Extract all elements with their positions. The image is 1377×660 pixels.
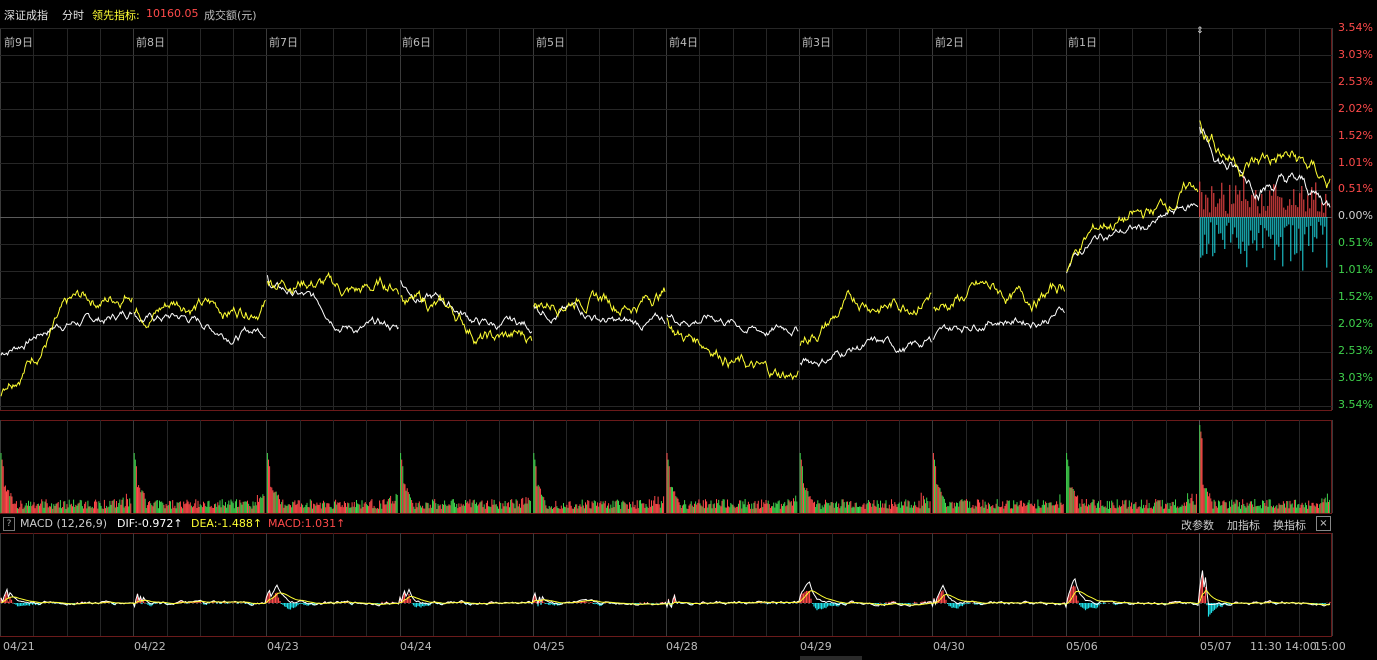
pct-axis-label: 0.51% — [1338, 182, 1373, 196]
pct-axis-label: 0.51% — [1338, 236, 1373, 250]
close-icon[interactable]: × — [1316, 516, 1331, 531]
macd-value: MACD:1.031↑ — [268, 517, 346, 530]
date-label: 11:30 — [1250, 640, 1282, 653]
macd-title[interactable]: MACD (12,26,9) — [20, 517, 107, 530]
pct-axis-label: 2.53% — [1338, 74, 1373, 88]
pct-axis-label: 3.03% — [1338, 47, 1373, 61]
pct-axis-label: 2.02% — [1338, 101, 1373, 115]
pct-axis-label: 1.52% — [1338, 128, 1373, 142]
help-button[interactable]: ? — [3, 517, 15, 531]
lead-indicator-line — [0, 289, 133, 397]
cursor-marker-icon: ⇕ — [1196, 26, 1204, 36]
date-label: 14:00 — [1285, 640, 1317, 653]
date-label: 05/07 — [1200, 640, 1232, 653]
pct-axis-label: 1.01% — [1338, 155, 1373, 169]
day-label: 前9日 — [4, 36, 33, 49]
pct-axis-label: 2.02% — [1338, 316, 1373, 330]
macd-dea: DEA:-1.488↑ — [191, 517, 263, 530]
horizontal-scrollbar — [800, 656, 862, 660]
date-label: 04/23 — [267, 640, 299, 653]
intraday-chart: ⇕ — [0, 26, 1333, 660]
pct-axis-label: 3.03% — [1338, 370, 1373, 384]
index-price-line — [799, 335, 932, 368]
day-label: 前3日 — [802, 36, 831, 49]
date-label: 04/29 — [800, 640, 832, 653]
day-label: 前7日 — [269, 36, 298, 49]
index-price-line — [133, 311, 266, 345]
switch-indicator-button[interactable]: 换指标 — [1273, 517, 1306, 533]
index-price-line — [0, 310, 133, 357]
pct-axis-label: 1.01% — [1338, 263, 1373, 277]
date-label: 05/06 — [1066, 640, 1098, 653]
date-label: 04/22 — [134, 640, 166, 653]
add-indicator-button[interactable]: 加指标 — [1227, 517, 1260, 533]
macd-dif: DIF:-0.972↑ — [117, 517, 183, 530]
index-price-line — [1199, 126, 1331, 208]
date-label: 15:00 — [1314, 640, 1346, 653]
pct-axis-label: 1.52% — [1338, 290, 1373, 303]
pct-axis-label: 3.54% — [1338, 397, 1373, 411]
pct-axis-label: 3.54% — [1338, 21, 1373, 34]
day-label: 前8日 — [136, 36, 165, 49]
day-label: 前2日 — [935, 36, 964, 49]
day-label: 前4日 — [669, 36, 698, 49]
date-label: 04/30 — [933, 640, 965, 653]
edit-params-button[interactable]: 改参数 — [1181, 517, 1214, 533]
pct-axis-label: 2.53% — [1338, 343, 1373, 357]
date-label: 04/21 — [3, 640, 35, 653]
pct-axis-label: 0.00% — [1338, 209, 1373, 223]
day-label: 前5日 — [536, 36, 565, 49]
lead-indicator-line — [1199, 120, 1331, 189]
date-label: 04/28 — [666, 640, 698, 653]
day-label: 前1日 — [1068, 36, 1097, 49]
date-label: 04/25 — [533, 640, 565, 653]
date-label: 04/24 — [400, 640, 432, 653]
day-label: 前6日 — [402, 36, 431, 49]
